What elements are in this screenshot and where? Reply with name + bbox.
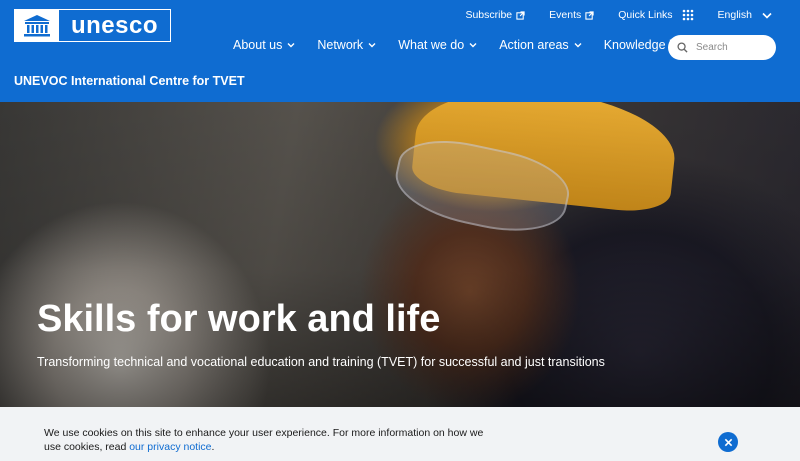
cookie-message: We use cookies on this site to enhance y… xyxy=(44,426,484,454)
nav-label: Network xyxy=(317,38,364,52)
search-input[interactable] xyxy=(694,41,768,54)
events-label: Events xyxy=(549,9,582,21)
nav-label: About us xyxy=(233,38,283,52)
search-box[interactable] xyxy=(668,35,776,60)
hero-banner: Skills for work and life Transforming te… xyxy=(0,102,800,407)
subscribe-label: Subscribe xyxy=(465,9,513,21)
site-header: unesco Subscribe Events Quick Links Engl… xyxy=(0,0,800,102)
nav-item-network[interactable]: Network xyxy=(317,38,376,52)
main-nav: About us Network What we do Action areas… xyxy=(233,38,690,52)
privacy-notice-link[interactable]: our privacy notice xyxy=(129,441,211,453)
site-title[interactable]: UNEVOC International Centre for TVET xyxy=(14,74,245,88)
external-link-icon xyxy=(516,10,525,20)
subscribe-link[interactable]: Subscribe xyxy=(465,9,525,21)
chevron-down-icon xyxy=(762,12,772,19)
nav-label: What we do xyxy=(398,38,465,52)
quick-links-button[interactable]: Quick Links xyxy=(618,9,693,21)
external-link-icon xyxy=(585,10,594,20)
chevron-down-icon xyxy=(469,43,477,48)
language-label: English xyxy=(717,9,752,21)
events-link[interactable]: Events xyxy=(549,9,594,21)
utility-nav: Subscribe Events Quick Links English xyxy=(441,9,772,21)
grid-icon xyxy=(682,9,693,21)
close-icon xyxy=(724,438,732,446)
quick-links-label: Quick Links xyxy=(618,9,673,21)
nav-item-about-us[interactable]: About us xyxy=(233,38,295,52)
language-selector[interactable]: English xyxy=(718,9,772,21)
cookie-close-button[interactable] xyxy=(718,432,738,452)
nav-item-action-areas[interactable]: Action areas xyxy=(499,38,582,52)
cookie-text: We use cookies on this site to enhance y… xyxy=(44,427,484,453)
nav-label: Action areas xyxy=(499,38,569,52)
chevron-down-icon xyxy=(368,43,376,48)
chevron-down-icon xyxy=(574,43,582,48)
cookie-suffix: . xyxy=(211,441,215,453)
nav-item-what-we-do[interactable]: What we do xyxy=(398,38,477,52)
cookie-banner: We use cookies on this site to enhance y… xyxy=(0,407,800,461)
hero-subtitle: Transforming technical and vocational ed… xyxy=(37,355,605,369)
hero-title: Skills for work and life xyxy=(37,298,441,340)
chevron-down-icon xyxy=(287,43,295,48)
unesco-temple-icon xyxy=(15,10,59,41)
logo-wordmark: unesco xyxy=(70,11,159,39)
search-icon xyxy=(677,42,688,53)
unesco-logo[interactable]: unesco xyxy=(14,9,171,42)
